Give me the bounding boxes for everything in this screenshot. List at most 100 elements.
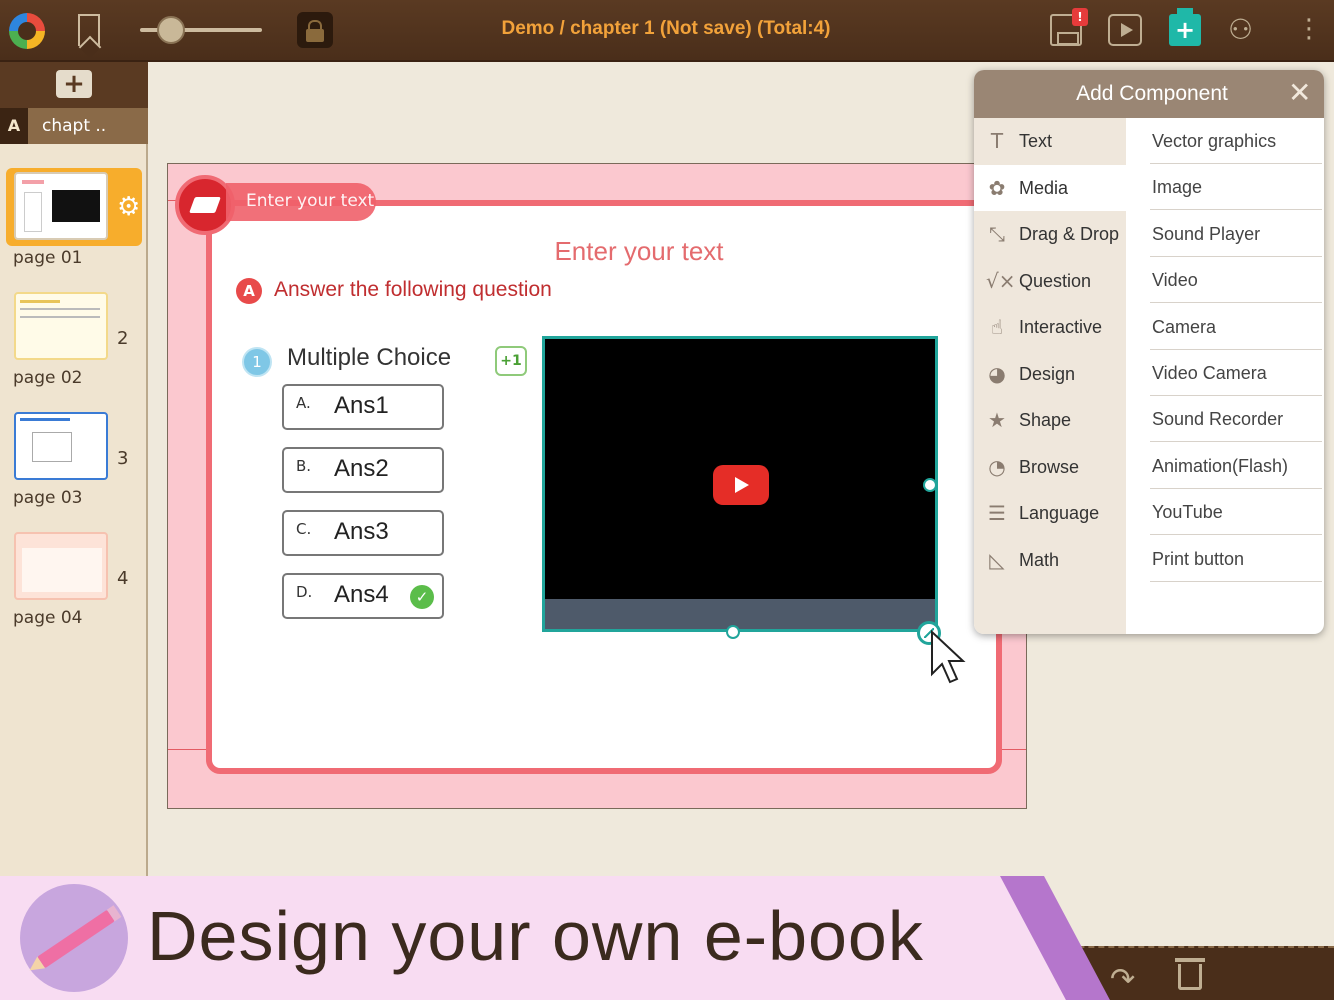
page-label: page 04 xyxy=(13,608,83,628)
pencil-icon xyxy=(37,909,115,969)
app-logo-icon[interactable] xyxy=(9,13,45,49)
card-title[interactable]: Enter your text xyxy=(362,236,916,267)
category-label: Math xyxy=(1019,549,1060,570)
page-thumbnail-4[interactable]: 4 page 04 xyxy=(0,524,148,634)
category-icon: ✿ xyxy=(988,175,1006,200)
resize-handle-bottom[interactable] xyxy=(726,625,740,639)
media-item-sound-recorder[interactable]: Sound Recorder xyxy=(1150,396,1322,443)
add-user-icon[interactable]: ⚇ xyxy=(1228,14,1260,46)
youtube-play-icon[interactable] xyxy=(713,465,769,505)
section-badge: A xyxy=(236,278,262,304)
page-settings-gear-icon[interactable]: ⚙ xyxy=(117,192,140,222)
add-component-icon[interactable]: + xyxy=(1169,8,1201,46)
page-thumbnail-1[interactable]: ⚙ page 01 xyxy=(0,164,148,274)
page-label: page 01 xyxy=(13,248,83,268)
more-options-icon[interactable]: ⋮ xyxy=(1296,14,1322,46)
media-item-label: Sound Player xyxy=(1152,223,1261,244)
media-item-label: Vector graphics xyxy=(1152,131,1277,151)
panel-header: Add Component ✕ xyxy=(974,70,1324,118)
media-item-label: Camera xyxy=(1152,316,1217,337)
category-shape[interactable]: ★ Shape xyxy=(974,397,1126,443)
sidebar-header: + xyxy=(0,62,148,108)
resize-handle-right[interactable] xyxy=(923,478,937,492)
category-label: Language xyxy=(1019,503,1100,523)
page-thumbnail-2[interactable]: 2 page 02 xyxy=(0,284,148,394)
youtube-video-component[interactable] xyxy=(542,336,938,632)
page-thumbnail-frame xyxy=(6,288,142,366)
media-item-video[interactable]: Video xyxy=(1150,257,1322,304)
media-item-sound-player[interactable]: Sound Player xyxy=(1150,211,1322,257)
category-icon: ☝ xyxy=(990,315,1004,339)
correct-check-icon: ✓ xyxy=(410,585,434,609)
category-label: Question xyxy=(1019,270,1092,291)
media-item-video-camera[interactable]: Video Camera xyxy=(1150,350,1322,396)
chapter-name: chapt .. xyxy=(42,116,107,136)
media-item-camera[interactable]: Camera xyxy=(1150,304,1322,350)
media-item-vector-graphics[interactable]: Vector graphics xyxy=(1150,118,1322,164)
chapter-tab[interactable]: A chapt .. xyxy=(0,108,148,144)
top-toolbar: Demo / chapter 1 (Not save) (Total:4) ! … xyxy=(0,0,1334,62)
answer-letter: B. xyxy=(296,457,312,475)
category-math[interactable]: ◺ Math xyxy=(974,537,1126,583)
answer-option-c[interactable]: C. Ans3 xyxy=(282,510,444,556)
page-thumbnail-frame xyxy=(6,528,142,606)
category-design[interactable]: ◕ Design xyxy=(974,351,1126,397)
category-label: Design xyxy=(1019,363,1076,384)
promo-banner: Design your own e-book xyxy=(0,876,1334,1000)
category-drag-drop[interactable]: ⤡ Drag & Drop xyxy=(974,211,1126,257)
add-chapter-button[interactable]: + xyxy=(56,70,92,98)
category-browse[interactable]: ◔ Browse xyxy=(974,444,1126,490)
page-thumbnail-image xyxy=(14,172,108,240)
question-number-badge: 1 xyxy=(242,347,272,377)
page-number: 2 xyxy=(117,328,129,349)
media-item-label: Video xyxy=(1152,270,1198,291)
category-interactive[interactable]: ☝ Interactive xyxy=(974,304,1126,350)
category-icon: ⤡ xyxy=(989,222,1005,246)
score-badge[interactable]: +1 xyxy=(495,346,527,376)
media-item-label: Image xyxy=(1152,177,1203,198)
category-language[interactable]: ☰ Language xyxy=(974,490,1126,536)
media-item-print-button[interactable]: Print button xyxy=(1150,536,1322,582)
document-title: Demo / chapter 1 (Not save) (Total:4) xyxy=(501,18,831,39)
page-thumbnail-image xyxy=(14,412,108,480)
page-number: 4 xyxy=(117,568,129,589)
category-icon: T xyxy=(990,129,1004,153)
page-number: 3 xyxy=(117,448,129,469)
category-icon: ◕ xyxy=(988,361,1006,386)
bookmark-icon[interactable] xyxy=(78,14,100,46)
close-icon[interactable]: ✕ xyxy=(1288,78,1311,108)
media-item-youtube[interactable]: YouTube xyxy=(1150,489,1322,536)
category-label: Text xyxy=(1019,131,1053,151)
category-text[interactable]: T Text xyxy=(974,118,1126,164)
page-canvas[interactable]: Enter your text A Answer the following q… xyxy=(167,163,1027,809)
answer-text: Ans1 xyxy=(334,392,389,419)
media-item-animation-flash-[interactable]: Animation(Flash) xyxy=(1150,443,1322,489)
answer-letter: C. xyxy=(296,520,312,538)
panel-title: Add Component xyxy=(1076,82,1228,105)
preview-play-icon[interactable] xyxy=(1108,14,1142,46)
answer-option-a[interactable]: A. Ans1 xyxy=(282,384,444,430)
lock-icon[interactable] xyxy=(297,12,333,48)
zoom-slider-handle[interactable] xyxy=(156,16,185,44)
category-label: Interactive xyxy=(1019,317,1103,337)
media-item-label: Sound Recorder xyxy=(1152,409,1284,430)
header-text-field[interactable]: Enter your text xyxy=(226,183,376,221)
answer-option-d[interactable]: D. Ans4 ✓ xyxy=(282,573,444,619)
question-type-title[interactable]: Multiple Choice xyxy=(287,344,451,372)
category-icon: √× xyxy=(986,268,1016,293)
answer-option-b[interactable]: B. Ans2 xyxy=(282,447,444,493)
pencil-badge xyxy=(20,884,128,992)
category-question[interactable]: √× Question xyxy=(974,258,1126,304)
answer-text: Ans2 xyxy=(334,455,389,482)
content-card: Enter your text A Answer the following q… xyxy=(206,200,1002,774)
category-icon: ◺ xyxy=(989,547,1005,572)
category-icon: ★ xyxy=(988,408,1006,432)
question-instruction[interactable]: Answer the following question xyxy=(274,278,552,302)
category-media[interactable]: ✿ Media xyxy=(974,164,1126,211)
page-thumbnail-frame xyxy=(6,408,142,486)
answer-text: Ans3 xyxy=(334,518,389,545)
video-control-bar[interactable] xyxy=(545,599,935,629)
media-item-label: YouTube xyxy=(1152,502,1223,523)
page-thumbnail-3[interactable]: 3 page 03 xyxy=(0,404,148,514)
media-item-image[interactable]: Image xyxy=(1150,164,1322,211)
